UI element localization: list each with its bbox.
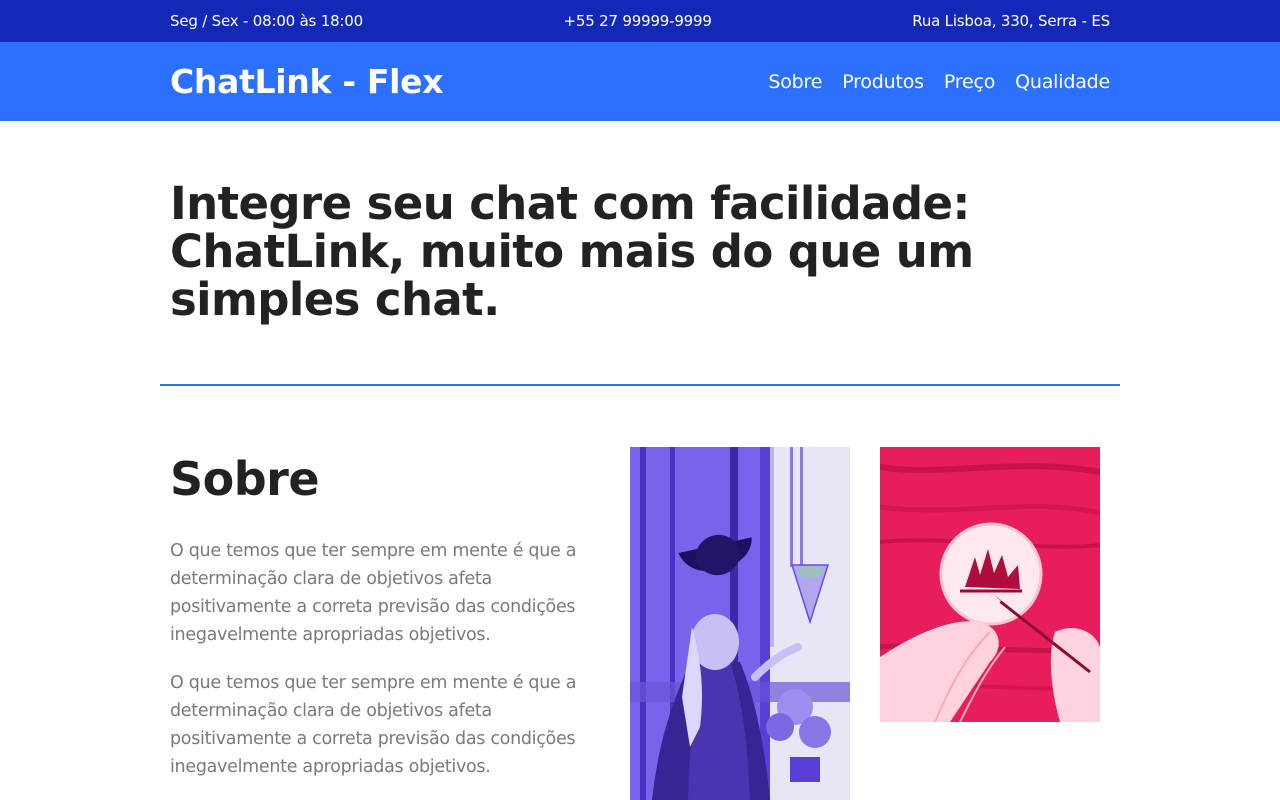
nav-link-produtos[interactable]: Produtos [842,71,924,93]
main-nav: Sobre Produtos Preço Qualidade [768,71,1110,93]
about-paragraph-2: O que temos que ter sempre em mente é qu… [170,673,577,777]
site-header: ChatLink - Flex Sobre Produtos Preço Qua… [0,42,1280,121]
phone-number: +55 27 99999-9999 [563,12,712,30]
top-info-bar: Seg / Sex - 08:00 às 18:00 +55 27 99999-… [0,0,1280,42]
nav-link-preco[interactable]: Preço [944,71,995,93]
address: Rua Lisboa, 330, Serra - ES [912,12,1110,30]
about-title: Sobre [170,452,320,506]
section-divider [160,384,1120,386]
hero-title: Integre seu chat com facilidade: ChatLin… [170,177,974,326]
about-photo-woman [630,447,850,800]
business-hours: Seg / Sex - 08:00 às 18:00 [170,12,363,30]
nav-link-qualidade[interactable]: Qualidade [1015,71,1110,93]
nav-link-sobre[interactable]: Sobre [768,71,822,93]
about-photo-painting [880,447,1100,722]
site-logo[interactable]: ChatLink - Flex [170,62,444,101]
about-paragraph-1: O que temos que ter sempre em mente é qu… [170,541,577,645]
